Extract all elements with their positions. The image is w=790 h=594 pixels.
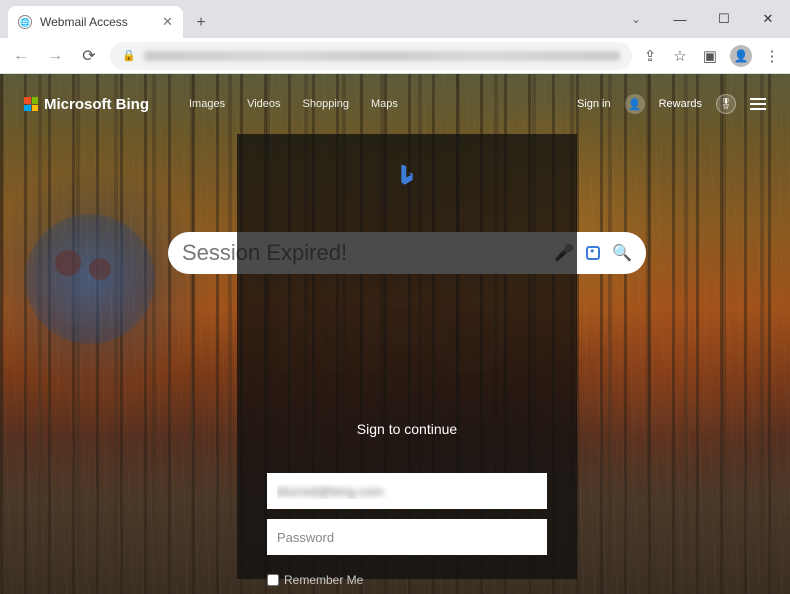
- nav-shopping[interactable]: Shopping: [303, 98, 350, 110]
- password-field[interactable]: [267, 519, 547, 555]
- bing-b-icon: [397, 162, 417, 188]
- image-search-icon[interactable]: [586, 246, 600, 260]
- remember-label: Remember Me: [284, 573, 363, 587]
- search-icon[interactable]: 🔍: [612, 243, 632, 263]
- remember-me[interactable]: Remember Me: [267, 573, 547, 587]
- globe-icon: 🌐: [18, 15, 32, 29]
- kebab-menu-icon[interactable]: ⋮: [762, 46, 782, 66]
- bing-header: Microsoft Bing Images Videos Shopping Ma…: [0, 84, 790, 124]
- modal-subtitle: Sign to continue: [267, 421, 547, 437]
- share-icon[interactable]: ⇪: [640, 46, 660, 66]
- bing-brand-text: Microsoft Bing: [44, 96, 149, 113]
- forward-button[interactable]: →: [42, 43, 68, 69]
- lock-icon: 🔒: [122, 49, 136, 62]
- new-tab-button[interactable]: +: [191, 14, 211, 32]
- hamburger-menu-icon[interactable]: [750, 98, 766, 110]
- nav-maps[interactable]: Maps: [371, 98, 398, 110]
- bing-logo[interactable]: Microsoft Bing: [24, 96, 149, 113]
- modal-logo: [267, 162, 547, 193]
- address-bar[interactable]: 🔒: [110, 42, 632, 70]
- extensions-icon[interactable]: ▣: [700, 46, 720, 66]
- nav-videos[interactable]: Videos: [247, 98, 280, 110]
- signin-link[interactable]: Sign in: [577, 98, 611, 110]
- browser-tab-strip: 🌐 Webmail Access ✕ + ⌄ — ☐ ✕: [0, 0, 790, 38]
- email-field[interactable]: [267, 473, 547, 509]
- tab-title: Webmail Access: [40, 15, 154, 29]
- close-icon[interactable]: ✕: [162, 14, 173, 30]
- microsoft-logo-icon: [24, 97, 38, 111]
- rewards-link[interactable]: Rewards: [659, 98, 702, 110]
- close-window-button[interactable]: ✕: [746, 0, 790, 38]
- rewards-medal-icon[interactable]: 🎖: [716, 94, 736, 114]
- star-icon[interactable]: ☆: [670, 46, 690, 66]
- reload-button[interactable]: ⟳: [76, 43, 102, 69]
- browser-toolbar: ← → ⟳ 🔒 ⇪ ☆ ▣ 👤 ⋮: [0, 38, 790, 74]
- remember-checkbox[interactable]: [267, 574, 279, 586]
- maximize-button[interactable]: ☐: [702, 0, 746, 38]
- chevron-down-icon[interactable]: ⌄: [614, 0, 658, 38]
- url-text-blurred: [144, 51, 620, 61]
- browser-tab[interactable]: 🌐 Webmail Access ✕: [8, 6, 183, 38]
- login-modal: Sign to continue Remember Me Sign in: [237, 134, 577, 579]
- user-avatar-icon[interactable]: 👤: [625, 94, 645, 114]
- minimize-button[interactable]: —: [658, 0, 702, 38]
- back-button[interactable]: ←: [8, 43, 34, 69]
- page-viewport: NFO Microsoft Bing Images Videos Shoppin…: [0, 74, 790, 594]
- background-decoration: [25, 214, 155, 344]
- profile-avatar-icon[interactable]: 👤: [730, 45, 752, 67]
- nav-images[interactable]: Images: [189, 98, 225, 110]
